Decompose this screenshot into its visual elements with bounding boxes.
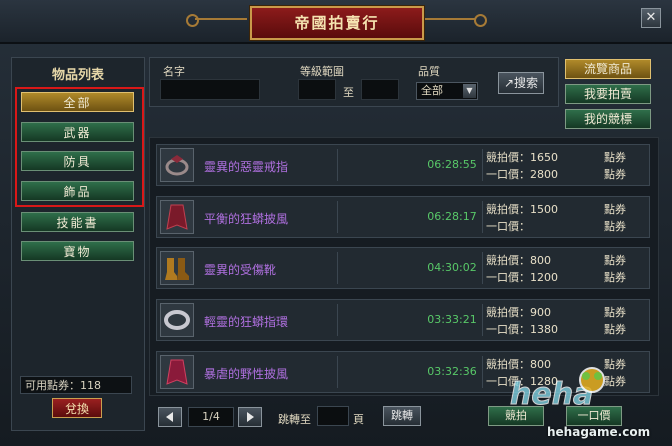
jump-button[interactable]: 跳轉: [383, 406, 421, 426]
exchange-button[interactable]: 兌換: [52, 398, 102, 418]
time-remaining: 04:30:02: [427, 261, 477, 274]
points-display: 可用點券：118: [20, 376, 132, 394]
close-button[interactable]: ✕: [641, 8, 661, 28]
item-name: 靈異的惡靈戒指: [204, 160, 289, 174]
category-skillbook-button[interactable]: 技能書: [21, 212, 134, 232]
time-remaining: 06:28:17: [427, 210, 477, 223]
level-range-label: 等級範圍: [300, 65, 344, 78]
points-label: 可用點券：: [25, 379, 80, 392]
name-input[interactable]: [160, 79, 260, 100]
level-to-label: 至: [343, 86, 354, 99]
time-remaining: 03:33:21: [427, 313, 477, 326]
time-remaining: 06:28:55: [427, 158, 477, 171]
bid-price: 競拍價：1650: [486, 151, 558, 164]
category-armor-button[interactable]: 防具: [21, 151, 134, 171]
divider: [482, 252, 483, 284]
window-title: 帝國拍賣行: [250, 6, 424, 40]
title-ornament-right: [424, 18, 476, 20]
bid-price: 競拍價：800: [486, 254, 551, 267]
buyout-currency: 點券: [604, 323, 626, 336]
divider: [337, 252, 338, 284]
quality-label: 品質: [418, 65, 440, 78]
bid-price: 競拍價：900: [486, 306, 551, 319]
close-icon: ✕: [645, 10, 657, 25]
bid-price: 競拍價：1500: [486, 203, 558, 216]
buyout-price: 一口價：2800: [486, 168, 558, 181]
title-ornament-left: [195, 18, 247, 20]
jump-to-label: 跳轉至: [278, 413, 311, 426]
divider: [482, 149, 483, 181]
arrow-right-icon: [247, 412, 254, 422]
title-bar: 帝國拍賣行 ✕: [0, 0, 672, 44]
bid-currency: 點券: [604, 306, 626, 319]
ornament-dot-right: [474, 14, 487, 27]
sell-item-button[interactable]: 我要拍賣: [565, 84, 651, 104]
ring-icon: [160, 148, 194, 182]
ring-icon: [160, 303, 194, 337]
bid-currency: 點券: [604, 203, 626, 216]
my-bids-button[interactable]: 我的競標: [565, 109, 651, 129]
list-item[interactable]: 靈異的惡靈戒指 06:28:55 競拍價：1650 一口價：2800 點券 點券: [156, 144, 650, 186]
buyout-currency: 點券: [604, 271, 626, 284]
ornament-dot-left: [186, 14, 199, 27]
bid-currency: 點券: [604, 254, 626, 267]
jump-page-input[interactable]: [317, 406, 349, 426]
cloak-icon: [160, 200, 194, 234]
level-max-input[interactable]: [361, 79, 399, 100]
divider: [337, 304, 338, 336]
buyout-price: 一口價：: [486, 220, 530, 233]
category-all-button[interactable]: 全部: [21, 92, 134, 112]
jump-unit-label: 頁: [353, 413, 364, 426]
category-treasure-button[interactable]: 寶物: [21, 241, 134, 261]
buyout-currency: 點券: [604, 220, 626, 233]
chevron-down-icon: ▼: [463, 84, 476, 98]
quality-select-value: 全部: [421, 84, 443, 97]
category-weapon-button[interactable]: 武器: [21, 122, 134, 142]
search-button-label: 搜索: [514, 76, 539, 90]
page-indicator: 1/4: [188, 407, 234, 427]
name-label: 名字: [163, 65, 185, 78]
bid-currency: 點券: [604, 151, 626, 164]
watermark-text: hehagame.com: [547, 425, 651, 439]
time-remaining: 03:32:36: [427, 365, 477, 378]
buyout-price: 一口價：1380: [486, 323, 558, 336]
browse-items-button[interactable]: 流覽商品: [565, 59, 651, 79]
sidebar-title: 物品列表: [51, 68, 104, 83]
level-min-input[interactable]: [298, 79, 336, 100]
item-name: 平衡的狂蟒披風: [204, 212, 289, 226]
next-page-button[interactable]: [238, 407, 262, 427]
boots-icon: [160, 251, 194, 285]
quality-select[interactable]: 全部 ▼: [416, 82, 478, 100]
arrow-left-icon: [166, 412, 173, 422]
divider: [337, 356, 338, 388]
category-accessory-button[interactable]: 飾品: [21, 181, 134, 201]
search-button[interactable]: ↗搜索: [498, 72, 544, 94]
item-name: 暴虐的野性披風: [204, 367, 289, 381]
divider: [337, 149, 338, 181]
search-icon: ↗: [503, 76, 515, 90]
divider: [482, 201, 483, 233]
divider: [337, 201, 338, 233]
item-name: 輕靈的狂蟒指環: [204, 315, 289, 329]
points-value: 118: [80, 379, 101, 392]
list-item[interactable]: 輕靈的狂蟒指環 03:33:21 競拍價：900 一口價：1380 點券 點券: [156, 299, 650, 341]
list-item[interactable]: 平衡的狂蟒披風 06:28:17 競拍價：1500 一口價： 點券 點券: [156, 196, 650, 238]
prev-page-button[interactable]: [158, 407, 182, 427]
buyout-currency: 點券: [604, 168, 626, 181]
list-item[interactable]: 靈異的受傷靴 04:30:02 競拍價：800 一口價：1200 點券 點券: [156, 247, 650, 289]
divider: [482, 304, 483, 336]
cloak-icon: [160, 355, 194, 389]
buyout-price: 一口價：1200: [486, 271, 558, 284]
item-name: 靈異的受傷靴: [204, 263, 277, 277]
